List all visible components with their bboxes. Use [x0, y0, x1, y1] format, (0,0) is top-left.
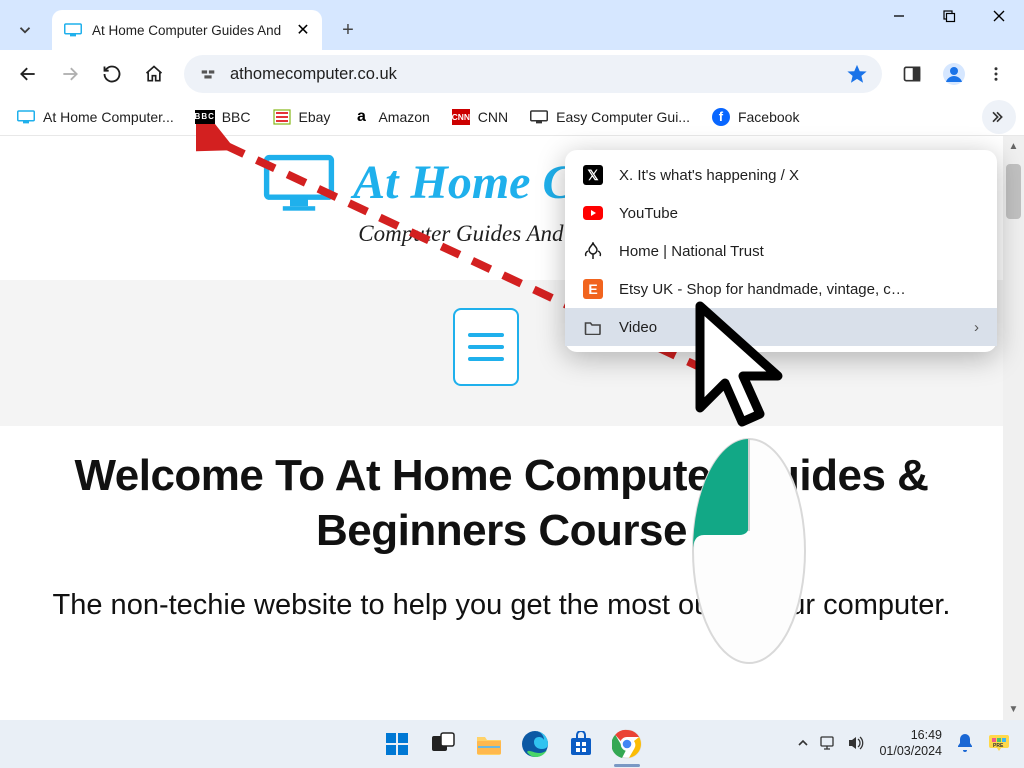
new-tab-button[interactable]: +: [332, 14, 364, 46]
file-explorer-button[interactable]: [470, 725, 508, 763]
x-icon: 𝕏: [583, 165, 603, 185]
bookmarks-bar: At Home Computer... BBCBBC Ebay aAmazon …: [0, 98, 1024, 136]
profile-button[interactable]: [934, 54, 974, 94]
tab-close-button[interactable]: ✕: [294, 21, 312, 39]
forward-button[interactable]: [50, 54, 90, 94]
facebook-icon: f: [712, 108, 730, 126]
tray-app-icon[interactable]: PRE: [988, 733, 1010, 756]
overflow-label: YouTube: [619, 205, 678, 222]
taskbar-center: [378, 725, 646, 763]
chevron-right-icon: ›: [974, 319, 979, 336]
bookmarks-overflow-button[interactable]: [982, 100, 1016, 134]
overflow-label: Etsy UK - Shop for handmade, vintage, c…: [619, 281, 906, 298]
edge-button[interactable]: [516, 725, 554, 763]
bookmark-label: BBC: [222, 109, 251, 125]
overflow-label: Home | National Trust: [619, 243, 764, 260]
notifications-button[interactable]: [956, 733, 974, 756]
window-maximize-button[interactable]: [924, 0, 974, 32]
bbc-icon: BBC: [196, 108, 214, 126]
task-view-button[interactable]: [424, 725, 462, 763]
tab-title: At Home Computer Guides And: [92, 23, 286, 38]
system-tray: 16:49 01/03/2024 PRE: [797, 728, 1010, 759]
annotation-mouse-icon: [690, 435, 808, 667]
scroll-up-arrow[interactable]: ▲: [1003, 136, 1024, 157]
window-controls: [874, 0, 1024, 40]
bookmark-amazon[interactable]: a Amazon: [343, 103, 438, 131]
amazon-icon: a: [352, 108, 370, 126]
bookmark-ebay[interactable]: Ebay: [264, 103, 340, 131]
bookmark-facebook[interactable]: f Facebook: [703, 103, 808, 131]
browser-tab[interactable]: At Home Computer Guides And ✕: [52, 10, 322, 50]
overflow-item-youtube[interactable]: YouTube: [565, 194, 997, 232]
page-subheading: The non-techie website to help you get t…: [30, 586, 973, 625]
scrollbar-thumb[interactable]: [1006, 164, 1021, 219]
monitor-dark-icon: [530, 108, 548, 126]
bookmark-label: Facebook: [738, 109, 799, 125]
bookmark-label: At Home Computer...: [43, 109, 174, 125]
home-button[interactable]: [134, 54, 174, 94]
annotation-cursor-icon: [690, 298, 790, 438]
url-input[interactable]: [230, 65, 846, 84]
overflow-item-x[interactable]: 𝕏 X. It's what's happening / X: [565, 156, 997, 194]
page-heading: Welcome To At Home Computer Guides & Beg…: [30, 448, 973, 558]
browser-titlebar: At Home Computer Guides And ✕ +: [0, 0, 1024, 50]
browser-toolbar: [0, 50, 1024, 98]
overflow-label: Video: [619, 319, 657, 336]
national-trust-icon: [583, 241, 603, 261]
tray-volume-icon[interactable]: [847, 735, 865, 754]
bookmark-label: Amazon: [378, 109, 429, 125]
monitor-icon: [17, 108, 35, 126]
side-panel-button[interactable]: [892, 54, 932, 94]
youtube-icon: [583, 203, 603, 223]
ebay-icon: [273, 108, 291, 126]
address-bar[interactable]: [184, 55, 882, 93]
bookmark-bbc[interactable]: BBC BBC: [187, 103, 260, 131]
cnn-icon: CNN: [452, 108, 470, 126]
bookmark-label: Ebay: [299, 109, 331, 125]
chrome-menu-button[interactable]: [976, 54, 1016, 94]
windows-taskbar: 16:49 01/03/2024 PRE: [0, 720, 1024, 768]
overflow-label: X. It's what's happening / X: [619, 167, 799, 184]
clock-date: 01/03/2024: [879, 744, 942, 760]
taskbar-clock[interactable]: 16:49 01/03/2024: [879, 728, 942, 759]
clock-time: 16:49: [879, 728, 942, 744]
back-button[interactable]: [8, 54, 48, 94]
svg-text:PRE: PRE: [993, 743, 1004, 749]
tab-search-button[interactable]: [4, 10, 46, 50]
overflow-item-nationaltrust[interactable]: Home | National Trust: [565, 232, 997, 270]
bookmark-label: CNN: [478, 109, 508, 125]
bookmark-label: Easy Computer Gui...: [556, 109, 690, 125]
tab-favicon-icon: [64, 23, 82, 37]
tray-overflow-icon[interactable]: [797, 737, 809, 752]
etsy-icon: E: [583, 279, 603, 299]
hero-section: Welcome To At Home Computer Guides & Beg…: [30, 448, 973, 625]
tray-network-icon[interactable]: [819, 735, 837, 754]
scrollbar[interactable]: ▲ ▼: [1003, 136, 1024, 720]
scroll-down-arrow[interactable]: ▼: [1003, 699, 1024, 720]
bookmark-easy[interactable]: Easy Computer Gui...: [521, 103, 699, 131]
chrome-button[interactable]: [608, 725, 646, 763]
site-info-icon[interactable]: [198, 64, 218, 84]
window-close-button[interactable]: [974, 0, 1024, 32]
store-button[interactable]: [562, 725, 600, 763]
window-minimize-button[interactable]: [874, 0, 924, 32]
start-button[interactable]: [378, 725, 416, 763]
folder-icon: [583, 317, 603, 337]
reload-button[interactable]: [92, 54, 132, 94]
mobile-menu-button[interactable]: [453, 308, 519, 386]
bookmark-athome[interactable]: At Home Computer...: [8, 103, 183, 131]
bookmark-cnn[interactable]: CNN CNN: [443, 103, 517, 131]
site-logo-icon: [263, 154, 335, 212]
bookmark-star-icon[interactable]: [846, 63, 868, 85]
